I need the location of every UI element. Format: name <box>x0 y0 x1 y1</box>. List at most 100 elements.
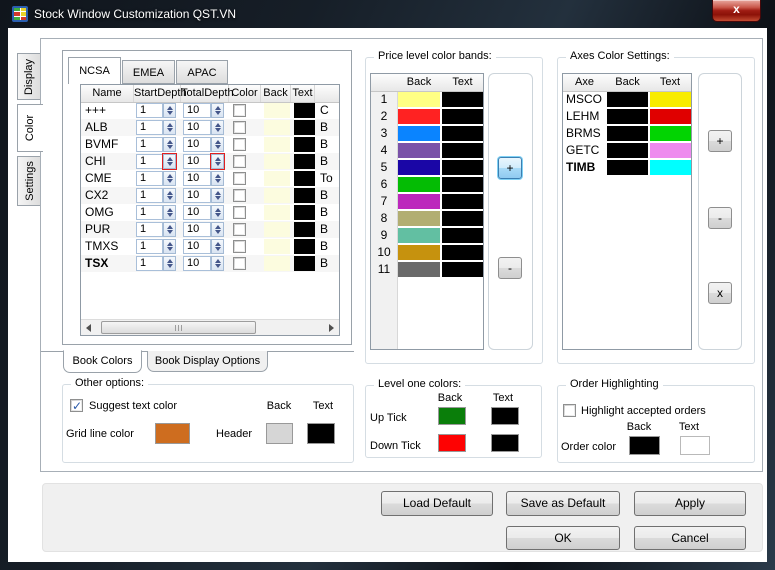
totaldepth-spinner[interactable] <box>211 103 224 118</box>
apply-button[interactable]: Apply <box>634 491 746 516</box>
back-color-swatch[interactable] <box>264 205 290 220</box>
band-text-swatch[interactable] <box>442 109 483 124</box>
totaldepth-input[interactable]: 10 <box>183 103 211 118</box>
startdepth-spinner[interactable] <box>163 222 176 237</box>
startdepth-input[interactable]: 1 <box>136 120 163 135</box>
tab-ncsa[interactable]: NCSA <box>68 57 121 84</box>
startdepth-spinner[interactable] <box>163 137 176 152</box>
axes-add-button[interactable]: + <box>708 130 732 152</box>
tab-apac[interactable]: APAC <box>176 60 228 84</box>
horizontal-scrollbar[interactable] <box>81 319 339 335</box>
text-color-swatch[interactable] <box>294 103 315 118</box>
axe-back-swatch[interactable] <box>607 143 648 158</box>
text-color-swatch[interactable] <box>294 256 315 271</box>
totaldepth-input[interactable]: 10 <box>183 205 211 220</box>
band-text-swatch[interactable] <box>442 228 483 243</box>
back-color-swatch[interactable] <box>264 239 290 254</box>
color-checkbox[interactable] <box>233 240 246 253</box>
text-color-swatch[interactable] <box>294 239 315 254</box>
back-color-swatch[interactable] <box>264 137 290 152</box>
load-default-button[interactable]: Load Default <box>381 491 493 516</box>
startdepth-spinner[interactable] <box>163 171 176 186</box>
band-text-swatch[interactable] <box>442 245 483 260</box>
totaldepth-input[interactable]: 10 <box>183 154 211 169</box>
band-text-swatch[interactable] <box>442 126 483 141</box>
startdepth-input[interactable]: 1 <box>136 171 163 186</box>
band-text-swatch[interactable] <box>442 160 483 175</box>
band-back-swatch[interactable] <box>398 109 440 124</box>
text-color-swatch[interactable] <box>294 137 315 152</box>
suggest-text-color-checkbox[interactable] <box>70 399 83 412</box>
back-color-swatch[interactable] <box>264 171 290 186</box>
totaldepth-input[interactable]: 10 <box>183 239 211 254</box>
totaldepth-spinner[interactable] <box>211 137 224 152</box>
header-text-swatch[interactable] <box>307 423 335 444</box>
down-tick-back-swatch[interactable] <box>438 434 466 452</box>
close-button[interactable]: x <box>712 0 761 22</box>
startdepth-input[interactable]: 1 <box>136 188 163 203</box>
tab-book-colors[interactable]: Book Colors <box>63 350 142 373</box>
band-back-swatch[interactable] <box>398 160 440 175</box>
tab-emea[interactable]: EMEA <box>122 60 175 84</box>
scroll-right-arrow-icon[interactable] <box>324 320 339 335</box>
col-color[interactable]: Color <box>229 85 261 102</box>
axes-delete-button[interactable]: x <box>708 282 732 304</box>
band-text-swatch[interactable] <box>442 177 483 192</box>
startdepth-spinner[interactable] <box>163 103 176 118</box>
order-text-swatch[interactable] <box>680 436 710 455</box>
color-checkbox[interactable] <box>233 257 246 270</box>
totaldepth-spinner[interactable] <box>211 239 224 254</box>
color-checkbox[interactable] <box>233 189 246 202</box>
totaldepth-spinner[interactable] <box>211 120 224 135</box>
back-color-swatch[interactable] <box>264 103 290 118</box>
bands-add-button[interactable]: + <box>498 157 522 179</box>
text-color-swatch[interactable] <box>294 154 315 169</box>
header-back-swatch[interactable] <box>266 423 293 444</box>
band-text-swatch[interactable] <box>442 92 483 107</box>
totaldepth-input[interactable]: 10 <box>183 137 211 152</box>
ok-button[interactable]: OK <box>506 526 620 550</box>
tab-settings[interactable]: Settings <box>17 156 42 206</box>
startdepth-spinner[interactable] <box>163 188 176 203</box>
color-checkbox[interactable] <box>233 155 246 168</box>
color-checkbox[interactable] <box>233 121 246 134</box>
axe-text-swatch[interactable] <box>650 92 691 107</box>
startdepth-spinner[interactable] <box>163 256 176 271</box>
text-color-swatch[interactable] <box>294 205 315 220</box>
cancel-button[interactable]: Cancel <box>634 526 746 550</box>
startdepth-input[interactable]: 1 <box>136 154 163 169</box>
grid-line-color-swatch[interactable] <box>155 423 190 444</box>
tab-book-display-options[interactable]: Book Display Options <box>147 351 268 372</box>
startdepth-input[interactable]: 1 <box>136 256 163 271</box>
startdepth-spinner[interactable] <box>163 205 176 220</box>
col-startdepth[interactable]: StartDepth <box>134 85 181 102</box>
col-back[interactable]: Back <box>261 85 291 102</box>
totaldepth-input[interactable]: 10 <box>183 120 211 135</box>
color-checkbox[interactable] <box>233 104 246 117</box>
text-color-swatch[interactable] <box>294 222 315 237</box>
axe-text-swatch[interactable] <box>650 160 691 175</box>
axe-back-swatch[interactable] <box>607 160 648 175</box>
tab-display[interactable]: Display <box>17 53 42 100</box>
band-back-swatch[interactable] <box>398 228 440 243</box>
startdepth-spinner[interactable] <box>163 239 176 254</box>
back-color-swatch[interactable] <box>264 256 290 271</box>
startdepth-spinner[interactable] <box>163 154 176 169</box>
axe-text-swatch[interactable] <box>650 126 691 141</box>
totaldepth-spinner[interactable] <box>211 171 224 186</box>
totaldepth-spinner[interactable] <box>211 256 224 271</box>
band-text-swatch[interactable] <box>442 211 483 226</box>
totaldepth-spinner[interactable] <box>211 205 224 220</box>
bands-remove-button[interactable]: - <box>498 257 522 279</box>
axe-back-swatch[interactable] <box>607 92 648 107</box>
scroll-left-arrow-icon[interactable] <box>81 320 96 335</box>
startdepth-input[interactable]: 1 <box>136 137 163 152</box>
col-totaldepth[interactable]: TotalDepth <box>181 85 229 102</box>
band-text-swatch[interactable] <box>442 194 483 209</box>
band-back-swatch[interactable] <box>398 211 440 226</box>
back-color-swatch[interactable] <box>264 154 290 169</box>
up-tick-text-swatch[interactable] <box>491 407 519 425</box>
startdepth-spinner[interactable] <box>163 120 176 135</box>
order-back-swatch[interactable] <box>629 436 660 455</box>
totaldepth-spinner[interactable] <box>211 154 224 169</box>
